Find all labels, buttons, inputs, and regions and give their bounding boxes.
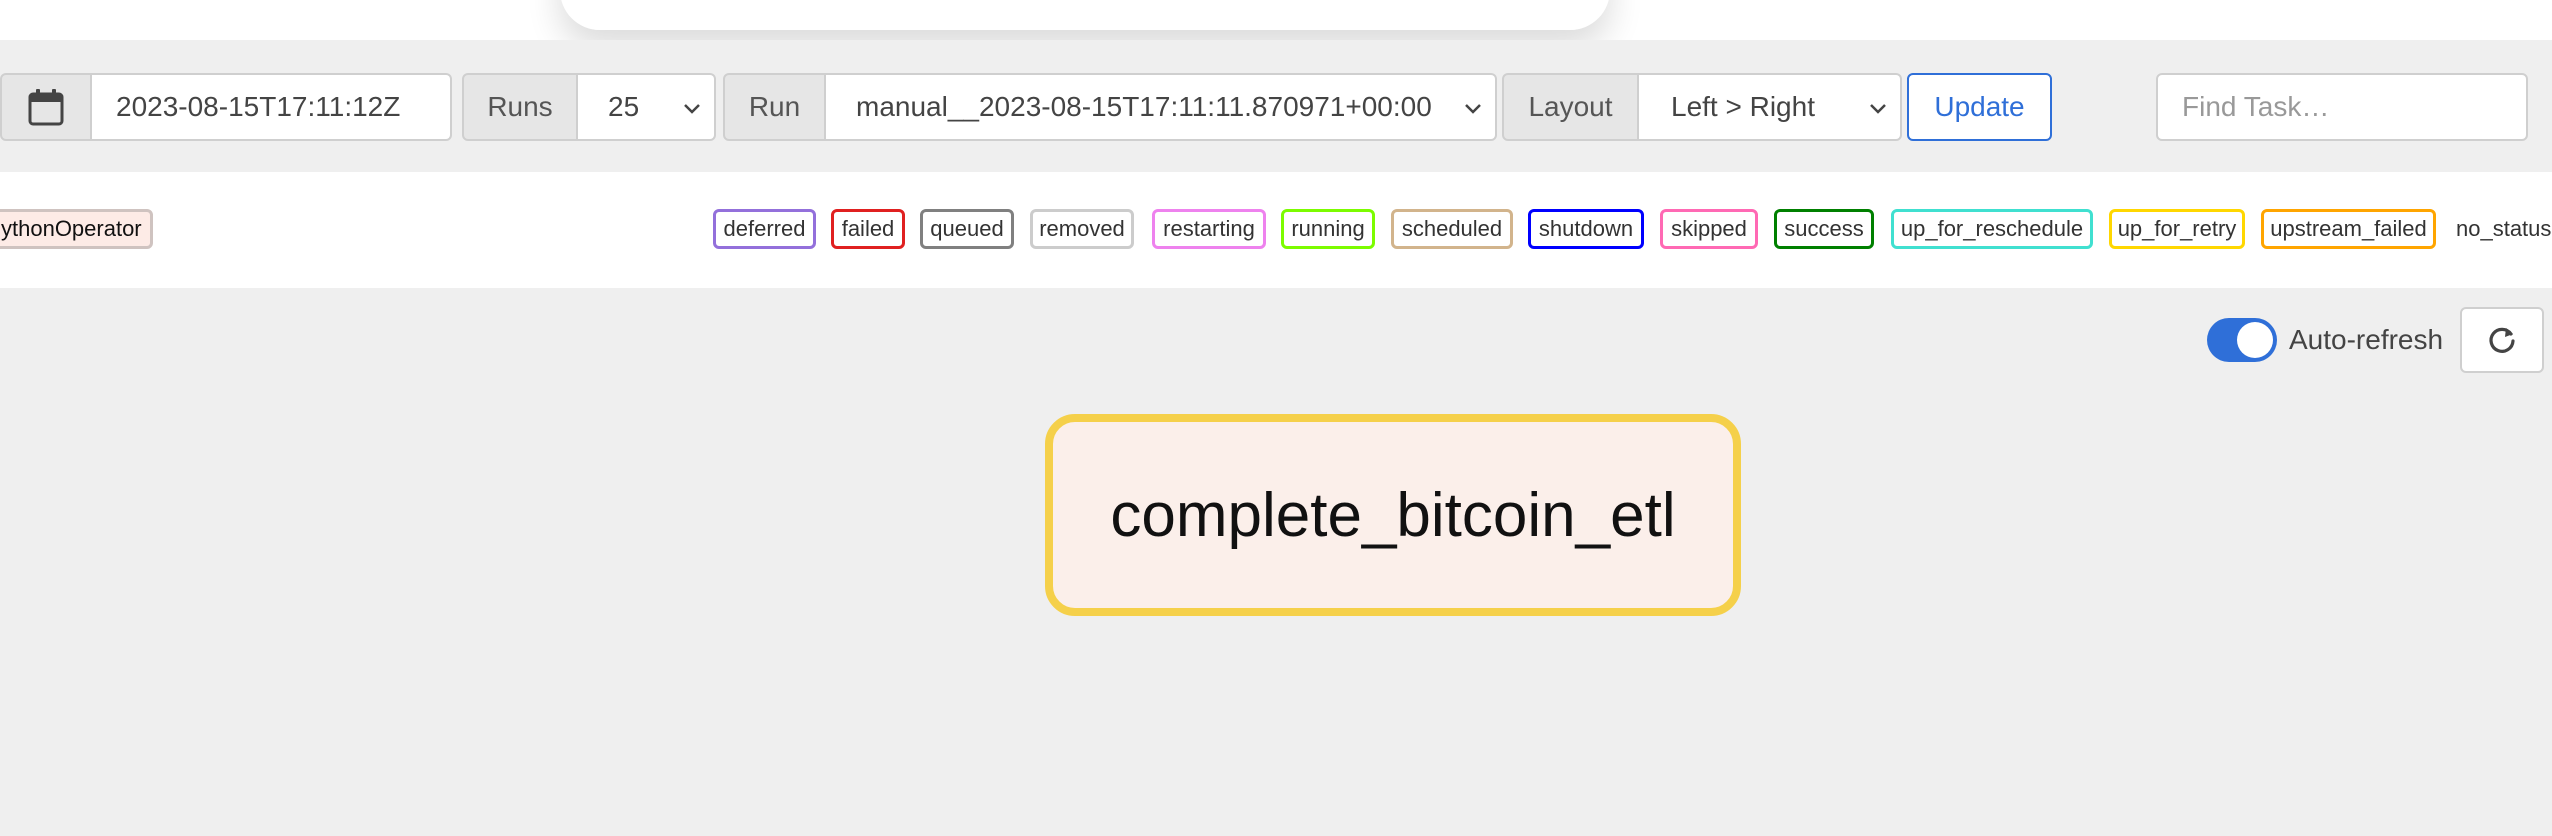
legend-chip-up-for-retry: up_for_retry [2109,209,2245,249]
calendar-icon[interactable] [0,73,92,141]
chevron-down-icon [684,104,700,114]
legend-chip-shutdown: shutdown [1528,209,1644,249]
legend-chip-restarting: restarting [1152,209,1266,249]
state-legend: ythonOperator deferred failed queued remove… [0,172,2552,288]
chevron-down-icon [1870,104,1886,114]
layout-group: Layout Left > Right [1502,73,1902,141]
chevron-down-icon [1465,104,1481,114]
auto-refresh-toggle[interactable] [2207,318,2277,362]
legend-chip-up-for-reschedule: up_for_reschedule [1891,209,2093,249]
find-task-input[interactable] [2156,73,2528,141]
run-group: Run manual__2023-08-15T17:11:11.870971+0… [723,73,1497,141]
refresh-button[interactable] [2460,307,2544,373]
dropdown-shadow [560,0,1610,30]
graph-view-page: 2023-08-15T17:11:12Z Runs 25 Run manual_… [0,0,2552,836]
legend-chip-removed: removed [1030,209,1134,249]
legend-chip-success: success [1774,209,1874,249]
calendar-icon-graphic [28,89,64,126]
auto-refresh-toggle-knob [2237,322,2273,358]
legend-chip-upstream-failed: upstream_failed [2261,209,2436,249]
legend-chip-scheduled: scheduled [1391,209,1513,249]
run-select[interactable]: manual__2023-08-15T17:11:11.870971+00:00 [826,73,1497,141]
legend-chip-queued: queued [920,209,1014,249]
layout-select[interactable]: Left > Right [1639,73,1902,141]
run-label: Run [723,73,826,141]
top-strip [0,0,2552,40]
run-select-value: manual__2023-08-15T17:11:11.870971+00:00 [856,91,1432,122]
runs-select[interactable]: 25 [578,73,716,141]
legend-chip-failed: failed [831,209,905,249]
refresh-icon [2489,327,2515,353]
auto-refresh-label: Auto-refresh [2289,324,2444,355]
layout-label: Layout [1502,73,1639,141]
operator-legend-chip: ythonOperator [0,209,153,249]
base-date-group: 2023-08-15T17:11:12Z [0,73,452,141]
task-node[interactable]: complete_bitcoin_etl [1045,414,1741,616]
runs-select-value: 25 [608,91,640,122]
runs-label: Runs [462,73,578,141]
layout-select-value: Left > Right [1671,91,1815,122]
legend-chip-skipped: skipped [1660,209,1758,249]
base-date-input[interactable]: 2023-08-15T17:11:12Z [92,73,452,141]
legend-chip-deferred: deferred [713,209,816,249]
legend-chip-running: running [1281,209,1375,249]
auto-refresh-control: Auto-refresh [2207,318,2443,362]
legend-no-status: no_status [2448,209,2552,249]
runs-group: Runs 25 [462,73,716,141]
update-button[interactable]: Update [1907,73,2052,141]
